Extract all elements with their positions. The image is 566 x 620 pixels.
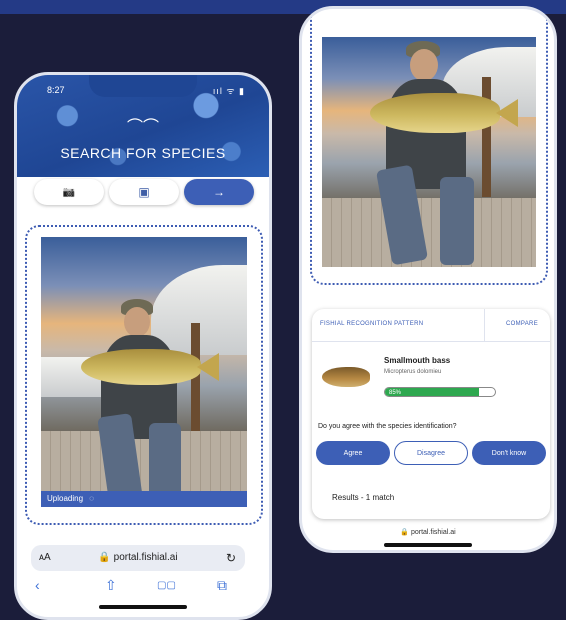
phone-notch [374, 9, 482, 31]
spinner-icon: ◌ [89, 494, 95, 503]
agreement-question: Do you agree with the species identifica… [318, 423, 457, 430]
gallery-icon: ▣ [138, 185, 150, 199]
fishial-logo: ⌒⌒ [126, 119, 160, 136]
result-tabs: FISHIAL RECOGNITION PATTERN COMPARE [312, 309, 550, 342]
uploaded-fish-photo: Uploading ◌ [41, 237, 247, 507]
tab-compare[interactable]: COMPARE [506, 321, 538, 327]
tabs-icon[interactable]: ⧉ [217, 577, 227, 594]
confidence-bar: 85% [384, 387, 496, 397]
camera-button[interactable]: 📷 [34, 179, 104, 205]
home-indicator [384, 543, 472, 547]
gallery-button[interactable]: ▣ [109, 179, 179, 205]
results-count: Results - 1 match [332, 493, 395, 502]
next-button[interactable]: → [184, 179, 254, 205]
phone-notch [89, 75, 197, 97]
url-text: 🔒 portal.fishial.ai [98, 552, 178, 563]
status-icons: ııl ᯤ ▮ [212, 86, 245, 96]
tab-recognition-pattern[interactable]: FISHIAL RECOGNITION PATTERN [320, 321, 423, 327]
back-icon[interactable]: ‹ [35, 577, 40, 593]
identified-fish-photo [322, 37, 536, 267]
address-bar[interactable]: ᴀA 🔒 portal.fishial.ai ↻ [31, 545, 245, 571]
dont-know-button[interactable]: Don't know [472, 441, 546, 465]
upload-label: Uploading [47, 494, 84, 503]
confidence-label: 85% [389, 390, 402, 396]
species-latin-name: Micropterus dolomieu [384, 369, 442, 375]
home-indicator [99, 605, 187, 609]
disagree-button[interactable]: Disagree [394, 441, 468, 465]
species-name: Smallmouth bass [384, 356, 451, 365]
agree-button[interactable]: Agree [316, 441, 390, 465]
upload-mode-selector: 📷 ▣ → [34, 179, 254, 205]
url-text: 🔒 portal.fishial.ai [400, 529, 456, 536]
upload-dropzone[interactable]: Uploading ◌ [25, 225, 263, 525]
phone-left: ⌒⌒ SEARCH FOR SPECIES 8:27 ııl ᯤ ▮ 📷 ▣ → [14, 72, 272, 620]
reload-icon[interactable]: ↻ [226, 551, 236, 565]
phone-right: 8:27 ııl ᯤ ▮ FISHIAL RECOGNITION PATTERN… [299, 6, 557, 553]
bookmarks-icon[interactable]: ▢▢ [157, 580, 176, 591]
upload-status: Uploading ◌ [41, 491, 247, 507]
share-icon[interactable]: ⇧ [105, 577, 117, 594]
photo-frame [310, 9, 548, 285]
identification-result-card: FISHIAL RECOGNITION PATTERN COMPARE Smal… [312, 309, 550, 519]
camera-icon: 📷 [62, 186, 76, 198]
banner-title: SEARCH FOR SPECIES [60, 145, 226, 161]
status-time: 8:27 [47, 85, 65, 95]
species-thumbnail [322, 367, 370, 387]
browser-toolbar: ‹ ⇧ ▢▢ ⧉ [17, 575, 269, 597]
arrow-icon: → [213, 185, 225, 199]
